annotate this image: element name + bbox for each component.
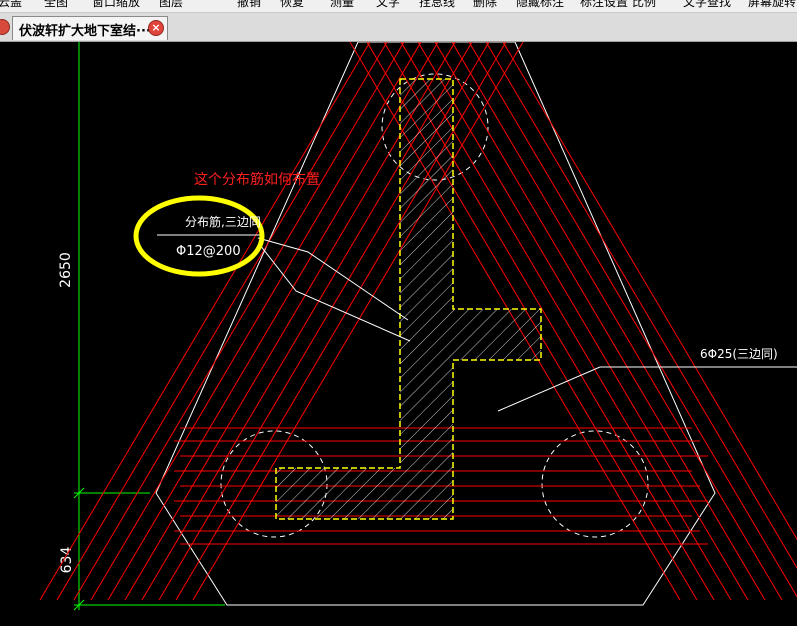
column-section [275,78,542,520]
cad-canvas[interactable]: 2650 634 这个分布筋如何布置 分布筋,三边同 Φ12@200 6Φ25(… [0,42,797,626]
menu-item-leader[interactable]: 拴息线 [419,0,455,9]
menu-item-cloud[interactable]: 云盖 [0,0,22,9]
dimension-label-upper: 2650 [58,252,74,288]
menu-item-undo[interactable]: 撤销 [237,0,261,9]
menu-item-window-zoom[interactable]: 窗口缩放 [92,0,140,9]
menu-item-redo[interactable]: 恢复 [280,0,304,9]
menu-item-layers[interactable]: 图层 [159,0,183,9]
tab-close-icon[interactable] [0,19,10,35]
tab-title: 伏波轩扩大地下室结··· [19,24,151,39]
menu-item-delete[interactable]: 删除 [473,0,497,9]
document-tab-bar: 伏波轩扩大地下室结··· × [0,13,797,42]
rebar-label-bottom: Φ12@200 [176,244,241,259]
menu-item-scale[interactable]: 比例 [632,0,656,9]
menu-item-measure[interactable]: 测量 [330,0,354,9]
annotation-question: 这个分布筋如何布置 [194,171,320,188]
menu-item-text[interactable]: 文字 [376,0,400,9]
document-tab[interactable]: 伏波轩扩大地下室结··· × [12,16,168,40]
menu-bar: 云盖 全图 窗口缩放 图层 撤销 恢复 测量 文字 拴息线 删除 隐藏标注 标注… [0,0,797,13]
main-rebar-label: 6Φ25(三边同) [700,347,778,361]
menu-item-hide-dims[interactable]: 隐藏标注 [516,0,564,9]
menu-item-rotate[interactable]: 屏幕旋转 [748,0,796,9]
dimension-label-lower: 634 [59,547,75,574]
rebar-label-top: 分布筋,三边同 [185,214,261,229]
close-icon[interactable]: × [148,20,164,36]
menu-item-fit-all[interactable]: 全图 [44,0,68,9]
menu-item-dim-settings[interactable]: 标注设置 [580,0,628,9]
highlight-ellipse [133,195,265,277]
menu-item-find-text[interactable]: 文字查找 [683,0,731,9]
